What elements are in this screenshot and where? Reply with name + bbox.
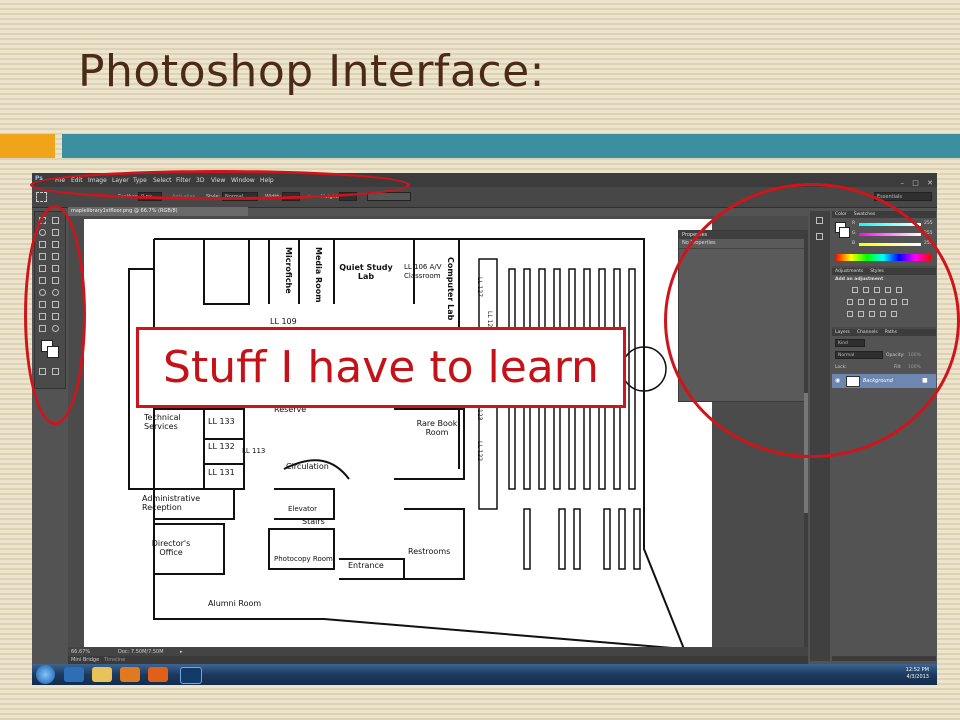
fp-label-admin-reception: Administrative Reception xyxy=(142,494,201,512)
explorer-icon[interactable] xyxy=(92,667,112,682)
slide-title: Photoshop Interface: xyxy=(78,46,545,97)
fp-label-ll131: LL 131 xyxy=(208,468,235,477)
tab-timeline[interactable]: Timeline xyxy=(104,657,125,663)
fp-label-ll109: LL 109 xyxy=(270,317,297,326)
fp-label-rare-book: Rare Book Room xyxy=(416,419,458,437)
fp-label-ll127: LL 127 xyxy=(476,277,483,298)
window-controls: – □ ✕ xyxy=(901,175,933,187)
layers-footer xyxy=(832,656,936,661)
clock-date[interactable]: 4/3/2013 xyxy=(906,674,929,681)
fp-label-restrooms: Restrooms xyxy=(408,547,451,556)
accent-bar-orange xyxy=(0,134,55,158)
status-arrow-icon[interactable]: ▸ xyxy=(180,649,183,655)
document-tab[interactable]: maplelibrary1stfloor.png @ 66.7% (RGB/8) xyxy=(68,207,248,216)
zoom-readout[interactable]: 66.67% xyxy=(71,649,90,655)
document-canvas[interactable]: Microfiche Media Room Quiet Study Lab LL… xyxy=(84,219,712,649)
fp-label-ll122: LL 122 xyxy=(476,441,483,462)
fp-label-ll132: LL 132 xyxy=(208,442,235,451)
close-icon[interactable]: ✕ xyxy=(927,179,933,187)
fp-label-stairs: Stairs xyxy=(302,517,325,526)
start-button-icon[interactable] xyxy=(36,665,55,684)
bottom-panel-tabs: Mini Bridge Timeline xyxy=(68,656,808,664)
media-player-icon[interactable] xyxy=(120,667,140,682)
fp-label-technical-services: Technical Services xyxy=(144,413,181,431)
annotation-ring-menu xyxy=(30,170,410,200)
fp-label-directors-office: Director's Office xyxy=(151,539,191,557)
fp-label-123: 123 xyxy=(476,409,483,421)
fp-label-entrance: Entrance xyxy=(348,561,384,570)
fp-label-ll106: LL 106 A/V Classroom xyxy=(404,263,442,280)
clock-time[interactable]: 12:52 PM xyxy=(906,667,929,674)
restore-icon[interactable]: □ xyxy=(912,179,919,187)
channel-r-value[interactable]: 255 xyxy=(924,221,933,226)
callout-text: Stuff I have to learn xyxy=(163,342,599,393)
fp-label-media-room: Media Room xyxy=(314,247,323,303)
firefox-icon[interactable] xyxy=(148,667,168,682)
fp-label-alumni-room: Alumni Room xyxy=(208,599,262,608)
tab-mini-bridge[interactable]: Mini Bridge xyxy=(71,657,99,663)
accent-bar-teal xyxy=(62,134,960,158)
fp-label-ll133: LL 133 xyxy=(208,417,235,426)
doc-size-readout: Doc: 7.50M/7.50M xyxy=(118,649,164,655)
minimize-icon[interactable]: – xyxy=(901,179,905,187)
system-tray: 12:52 PM 4/3/2013 xyxy=(906,667,929,681)
floor-plan-drawing xyxy=(128,238,686,649)
photoshop-taskbar-icon[interactable] xyxy=(180,667,202,684)
fp-label-circulation: Circulation xyxy=(286,462,329,471)
fp-label-photocopy: Photocopy Room xyxy=(274,555,333,563)
annotation-ring-tools xyxy=(24,205,86,425)
ie-icon[interactable] xyxy=(64,667,84,682)
marquee-tool-icon[interactable] xyxy=(36,192,47,202)
status-bar: 66.67% Doc: 7.50M/7.50M ▸ xyxy=(68,647,808,656)
windows-taskbar: 12:52 PM 4/3/2013 xyxy=(32,664,937,685)
fp-label-quiet-study: Quiet Study Lab xyxy=(339,263,393,281)
annotation-ring-panels xyxy=(664,183,960,458)
fp-label-computer-lab: Computer Lab xyxy=(446,257,455,321)
callout-box: Stuff I have to learn xyxy=(136,327,626,408)
fp-label-ll113: LL 113 xyxy=(242,447,266,455)
fp-label-microfiche: Microfiche xyxy=(284,247,293,294)
fp-label-elevator: Elevator xyxy=(288,505,318,513)
